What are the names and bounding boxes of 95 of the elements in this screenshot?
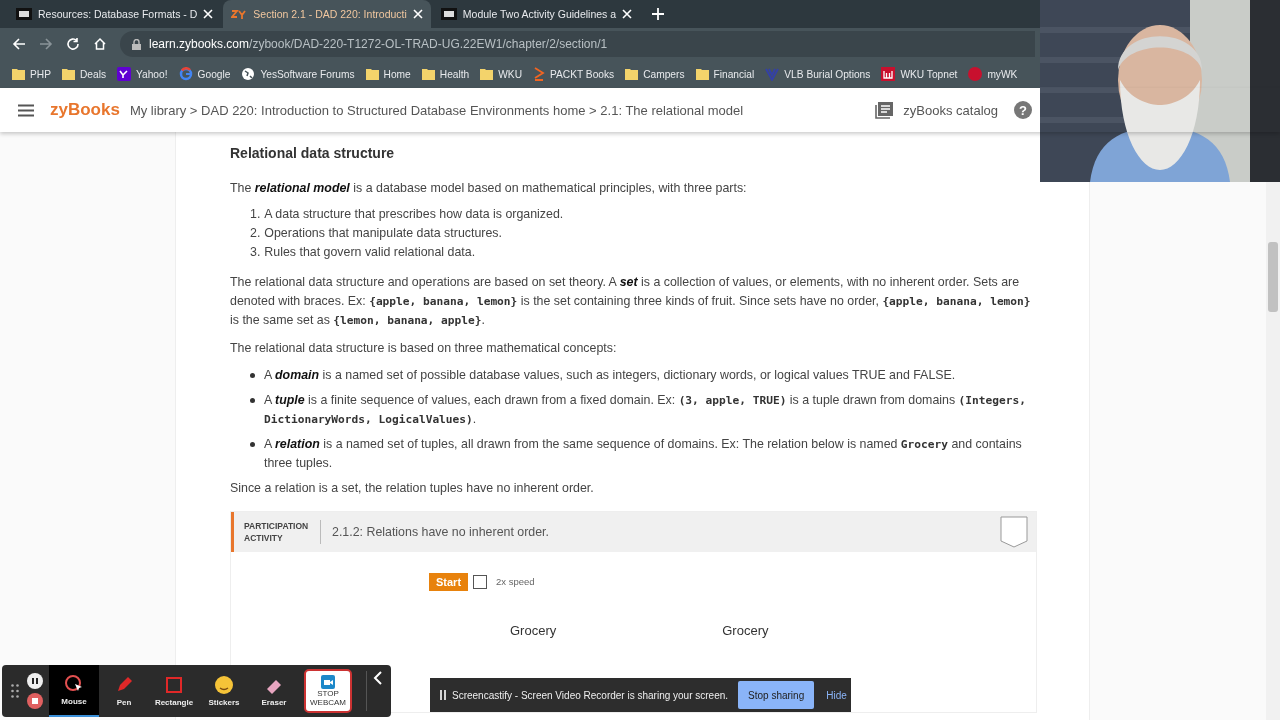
bookmark[interactable]: Deals xyxy=(61,68,106,80)
forward-icon[interactable] xyxy=(39,37,53,51)
list-number: 2. xyxy=(250,225,261,242)
list-item: A domain is a named set of possible database values, such as integers, dictionary words, or logical values TRUE and FALSE. xyxy=(264,367,956,384)
pause-icon[interactable] xyxy=(27,673,43,689)
folder-icon xyxy=(61,68,75,80)
site-icon xyxy=(881,67,896,81)
activity-title: 2.1.2: Relations have no inherent order. xyxy=(332,523,549,541)
cursor-icon xyxy=(64,674,84,694)
folder-icon xyxy=(12,68,25,80)
site-icon xyxy=(16,8,32,20)
stop-webcam-button[interactable]: STOP WEBCAM xyxy=(304,669,352,713)
bookmark[interactable]: Google xyxy=(178,67,231,81)
site-icon xyxy=(117,67,131,81)
close-icon[interactable] xyxy=(412,9,423,19)
reload-icon[interactable] xyxy=(66,37,80,51)
bookmark[interactable]: Yahoo! xyxy=(117,67,168,81)
breadcrumb: My library > DAD 220: Introduction to Structured Database Environments home > 2.1: The relational model xyxy=(129,102,744,118)
activity-label: PARTICIPATION ACTIVITY xyxy=(244,520,321,544)
bullet-icon xyxy=(250,442,255,447)
new-tab-icon[interactable] xyxy=(652,8,665,20)
lock-icon xyxy=(132,38,141,50)
browser-tab[interactable]: Resources: Database Formats - D xyxy=(8,0,222,28)
list-number: 1. xyxy=(250,206,261,223)
folder-icon xyxy=(625,68,639,80)
folder-icon xyxy=(695,68,709,80)
paragraph: Since a relation is a set, the relation tuples have no inherent order. xyxy=(230,480,595,497)
section-heading: Relational data structure xyxy=(230,144,396,163)
drag-handle-icon[interactable] xyxy=(11,684,19,698)
list-item: Operations that manipulate data structures. xyxy=(264,225,502,242)
bullet-icon xyxy=(250,398,255,403)
catalog-link[interactable]: zyBooks catalog xyxy=(903,102,998,118)
list-item: A data structure that prescribes how data is organized. xyxy=(264,206,564,223)
table-name: Grocery xyxy=(510,622,557,640)
site-icon xyxy=(178,67,193,81)
list-item: A relation is a named set of tuples, all drawn from the same sequence of domains. Ex: The relation below is named Grocery and contains three tuples. xyxy=(264,436,1023,472)
bookmark[interactable]: PACKT Books xyxy=(533,67,615,81)
bookmark[interactable]: Home xyxy=(365,68,411,80)
close-icon[interactable] xyxy=(622,9,633,19)
stop-icon[interactable] xyxy=(27,693,43,709)
square-icon xyxy=(164,675,184,695)
bookmark[interactable]: WKU Topnet xyxy=(881,67,958,81)
pause-icon[interactable] xyxy=(440,690,446,700)
tab-title: Module Two Activity Guidelines a xyxy=(462,8,617,20)
paragraph: The relational data structure is based on three mathematical concepts: xyxy=(230,340,618,357)
address-bar[interactable]: learn.zybooks.com/zybook/DAD-220-T1272-OL-TRAD-UG.22EW1/chapter/2/section/1 xyxy=(120,31,1035,57)
bookmark[interactable]: VLB Burial Options xyxy=(765,67,871,81)
menu-icon[interactable] xyxy=(18,103,34,117)
list-number: 3. xyxy=(250,244,261,261)
site-icon xyxy=(765,67,780,81)
browser-tab[interactable]: Section 2.1 - DAD 220: Introducti xyxy=(223,0,431,28)
sharing-message: Screencastify - Screen Video Recorder is sharing your screen. xyxy=(452,689,729,701)
tool-button[interactable]: Mouse xyxy=(49,665,99,717)
scrollbar-thumb[interactable] xyxy=(1268,242,1278,312)
folder-icon xyxy=(480,68,494,80)
bookmark[interactable]: myWK xyxy=(968,67,1018,81)
bookmark[interactable]: YesSoftware Forums xyxy=(241,67,355,81)
back-icon[interactable] xyxy=(12,37,26,51)
bookmark[interactable]: WKU xyxy=(480,68,522,80)
bookmark-badge-icon xyxy=(1000,516,1028,548)
books-icon xyxy=(875,101,894,119)
folder-icon xyxy=(365,68,379,80)
smiley-icon xyxy=(214,675,234,695)
bookmark[interactable]: Financial xyxy=(695,68,755,80)
site-icon xyxy=(968,67,983,81)
home-icon[interactable] xyxy=(93,37,107,51)
site-icon xyxy=(231,8,248,20)
tool-button[interactable]: Rectangle xyxy=(149,665,199,717)
browser-tab[interactable]: Module Two Activity Guidelines a xyxy=(432,0,641,28)
paragraph: The relational model is a database model based on mathematical principles, with three parts: xyxy=(230,180,748,197)
table-name: Grocery xyxy=(722,622,769,640)
tab-title: Section 2.1 - DAD 220: Introducti xyxy=(253,8,407,20)
bookmark[interactable]: Campers xyxy=(625,68,685,80)
site-icon xyxy=(533,67,545,81)
tool-button[interactable]: Pen xyxy=(99,665,149,717)
checkbox-label: 2x speed xyxy=(496,575,535,589)
close-icon[interactable] xyxy=(203,9,214,19)
paragraph: The relational data structure and operations are based on set theory. A set is a collection of values, or elements, with no inherent order. Sets are denoted with braces. Ex: {apple, banana, lemon} is the set containing three kinds of fruit. Since sets have no order, {apple, banana, lemon} is the same set as {lemon, banana, apple}. xyxy=(230,274,1032,329)
hide-link[interactable]: Hide xyxy=(826,689,847,701)
folder-icon xyxy=(421,68,435,80)
list-item: A tuple is a finite sequence of values, each drawn from a fixed domain. Ex: (3, apple, TRUE) is a tuple drawn from domains (Integers, DictionaryWords, LogicalValues). xyxy=(264,392,1027,428)
list-item: Rules that govern valid relational data. xyxy=(264,244,476,261)
help-button[interactable]: ? xyxy=(1014,101,1032,119)
stop-sharing-button[interactable]: Stop sharing xyxy=(738,681,815,709)
bullet-icon xyxy=(250,373,255,378)
tool-button[interactable]: Stickers xyxy=(199,665,249,717)
url-text: learn.zybooks.com/zybook/DAD-220-T1272-OL-TRAD-UG.22EW1/chapter/2/section/1 xyxy=(149,37,608,51)
checkbox[interactable] xyxy=(473,574,488,589)
tool-button[interactable]: Eraser xyxy=(249,665,299,717)
tab-title: Resources: Database Formats - D xyxy=(38,8,198,20)
bookmark[interactable]: PHP xyxy=(12,68,51,80)
camera-icon xyxy=(321,675,335,689)
bookmark[interactable]: Health xyxy=(421,68,470,80)
site-icon xyxy=(440,8,457,20)
collapse-icon[interactable] xyxy=(366,671,383,711)
